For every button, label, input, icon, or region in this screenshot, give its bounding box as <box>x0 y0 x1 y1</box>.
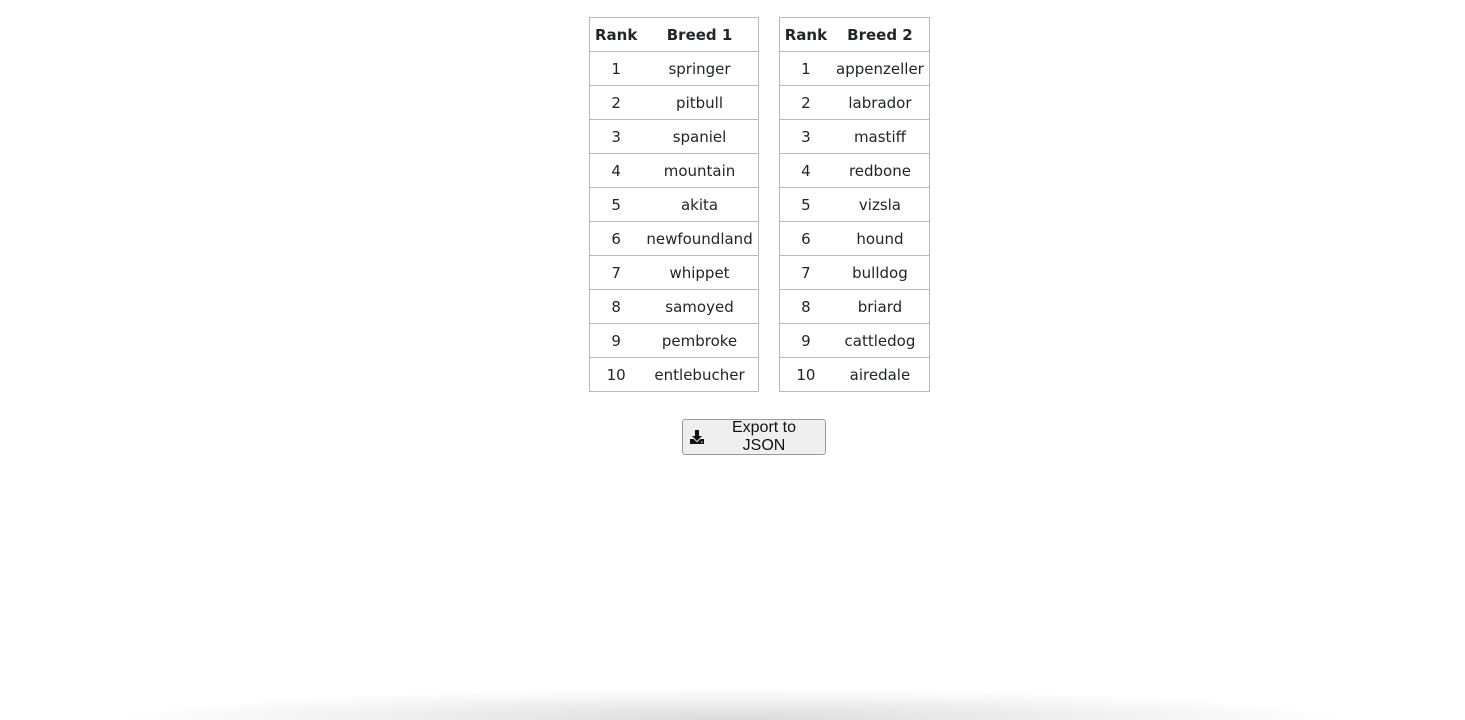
table-row: 5 akita <box>589 187 759 222</box>
bottom-shadow <box>110 688 1355 720</box>
breed-cell: appenzeller <box>831 51 930 86</box>
rank-cell: 6 <box>778 221 832 256</box>
breed-cell: cattledog <box>831 323 930 358</box>
page: Rank Breed 1 1 springer 2 pitbull 3 spaniel 4 m… <box>0 0 1465 720</box>
breed-2-table: Rank Breed 2 1 appenzeller 2 labrador 3 masti… <box>778 17 930 392</box>
breed-cell: vizsla <box>831 187 930 222</box>
breed-cell: springer <box>641 51 759 86</box>
breed-cell: airedale <box>831 357 930 392</box>
breed-cell: labrador <box>831 85 930 120</box>
table-row: 9 pembroke <box>589 323 759 358</box>
export-to-json-button[interactable]: Export to JSON <box>682 419 826 455</box>
rank-cell: 4 <box>589 153 642 188</box>
table-row: 6 hound <box>778 221 930 256</box>
rank-column-header: Rank <box>778 17 832 52</box>
table-row: 6 newfoundland <box>589 221 759 256</box>
table-row: 2 pitbull <box>589 85 759 120</box>
rank-cell: 10 <box>778 357 832 392</box>
table-row: 2 labrador <box>778 85 930 120</box>
table-row: 4 redbone <box>778 153 930 188</box>
breed-1-column-header: Breed 1 <box>641 17 759 52</box>
table-row: 1 springer <box>589 51 759 86</box>
rank-cell: 5 <box>778 187 832 222</box>
breed-cell: spaniel <box>641 119 759 154</box>
rank-cell: 5 <box>589 187 642 222</box>
rank-cell: 2 <box>589 85 642 120</box>
table-row: 8 samoyed <box>589 289 759 324</box>
table-row: 10 entlebucher <box>589 357 759 392</box>
rank-cell: 3 <box>589 119 642 154</box>
breed-cell: mastiff <box>831 119 930 154</box>
table-row: 3 spaniel <box>589 119 759 154</box>
breed-cell: hound <box>831 221 930 256</box>
rank-cell: 3 <box>778 119 832 154</box>
table-row: 4 mountain <box>589 153 759 188</box>
tables-container: Rank Breed 1 1 springer 2 pitbull 3 spaniel 4 m… <box>589 17 930 392</box>
breed-cell: samoyed <box>641 289 759 324</box>
table-row: 5 vizsla <box>778 187 930 222</box>
breed-2-column-header: Breed 2 <box>831 17 930 52</box>
breed-1-table: Rank Breed 1 1 springer 2 pitbull 3 spaniel 4 m… <box>589 17 759 392</box>
breed-cell: pembroke <box>641 323 759 358</box>
export-button-label: Export to JSON <box>731 419 797 454</box>
table-row: 8 briard <box>778 289 930 324</box>
rank-cell: 9 <box>778 323 832 358</box>
breed-cell: whippet <box>641 255 759 290</box>
table-header-row: Rank Breed 1 <box>589 17 759 52</box>
table-row: 7 bulldog <box>778 255 930 290</box>
rank-cell: 7 <box>589 255 642 290</box>
rank-cell: 10 <box>589 357 642 392</box>
rank-cell: 4 <box>778 153 832 188</box>
rank-cell: 2 <box>778 85 832 120</box>
breed-cell: redbone <box>831 153 930 188</box>
rank-cell: 1 <box>589 51 642 86</box>
download-icon <box>689 429 705 445</box>
rank-cell: 9 <box>589 323 642 358</box>
breed-2-table-body: 1 appenzeller 2 labrador 3 mastiff 4 redbone 5 vi… <box>778 51 930 392</box>
table-header-row: Rank Breed 2 <box>778 17 930 52</box>
rank-cell: 8 <box>589 289 642 324</box>
table-row: 7 whippet <box>589 255 759 290</box>
table-row: 1 appenzeller <box>778 51 930 86</box>
breed-cell: entlebucher <box>641 357 759 392</box>
rank-column-header: Rank <box>589 17 642 52</box>
table-row: 9 cattledog <box>778 323 930 358</box>
breed-cell: briard <box>831 289 930 324</box>
breed-cell: bulldog <box>831 255 930 290</box>
rank-cell: 6 <box>589 221 642 256</box>
rank-cell: 7 <box>778 255 832 290</box>
rank-cell: 8 <box>778 289 832 324</box>
breed-cell: mountain <box>641 153 759 188</box>
breed-cell: akita <box>641 187 759 222</box>
breed-1-table-body: 1 springer 2 pitbull 3 spaniel 4 mountain 5 akita… <box>589 51 759 392</box>
breed-cell: pitbull <box>641 85 759 120</box>
table-row: 10 airedale <box>778 357 930 392</box>
rank-cell: 1 <box>778 51 832 86</box>
breed-cell: newfoundland <box>641 221 759 256</box>
table-row: 3 mastiff <box>778 119 930 154</box>
